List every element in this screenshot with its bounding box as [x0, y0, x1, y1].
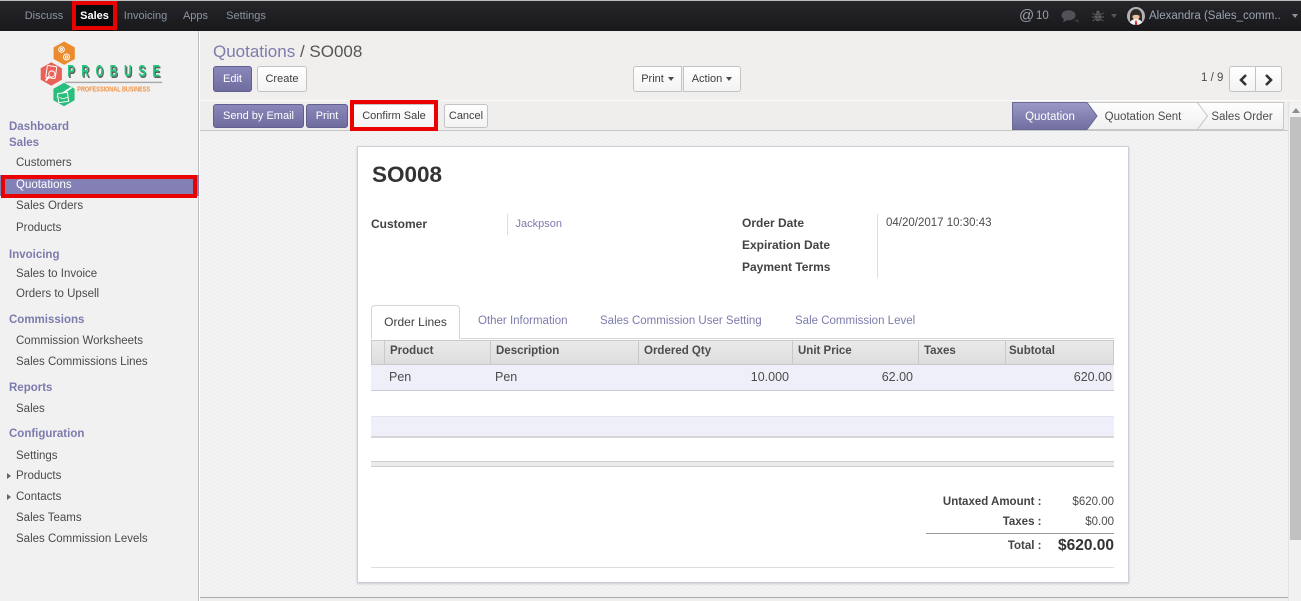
svg-text:Sales Order: Sales Order	[1211, 111, 1273, 123]
svg-text:R: R	[81, 62, 89, 81]
svg-text:P: P	[67, 62, 75, 81]
svg-text:O: O	[96, 62, 104, 81]
svg-text:Quotation Sent: Quotation Sent	[1105, 111, 1183, 123]
svg-text:Quotation: Quotation	[1025, 111, 1075, 123]
svg-text:S: S	[138, 62, 146, 81]
svg-text:PROFESSIONAL BUSINESS: PROFESSIONAL BUSINESS	[77, 85, 150, 94]
svg-text:B: B	[110, 62, 118, 81]
svg-text:E: E	[152, 62, 160, 81]
svg-text:U: U	[124, 62, 132, 81]
